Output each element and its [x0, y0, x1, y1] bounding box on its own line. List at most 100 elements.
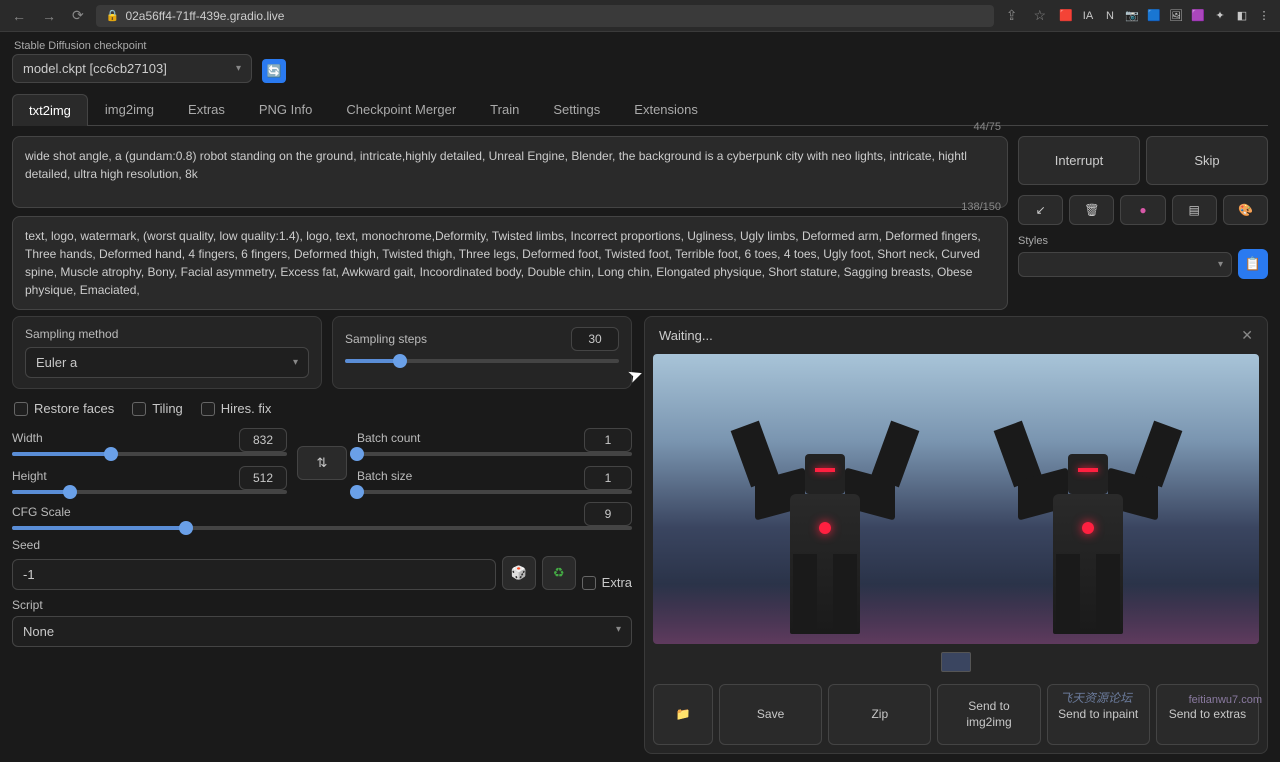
- width-slider[interactable]: [12, 452, 287, 456]
- ext-icon[interactable]: N: [1102, 8, 1118, 24]
- chevron-down-icon: ▾: [1218, 259, 1223, 270]
- ext-icon[interactable]: IA: [1080, 8, 1096, 24]
- watermark: feitianwu7.com: [1189, 694, 1262, 706]
- checkpoint-select[interactable]: model.ckpt [cc6cb27103] ▾: [12, 54, 252, 83]
- sampling-steps-value[interactable]: 30: [571, 327, 619, 351]
- random-seed-button[interactable]: 🎲: [502, 556, 536, 590]
- extra-seed-checkbox[interactable]: Extra: [582, 575, 632, 590]
- tab-pnginfo[interactable]: PNG Info: [242, 93, 329, 125]
- send-to-img2img-button[interactable]: Send to img2img: [937, 684, 1040, 745]
- ext-icon[interactable]: 🟥: [1058, 8, 1074, 24]
- script-select[interactable]: None ▾: [12, 616, 632, 647]
- checkbox-icon: [132, 402, 146, 416]
- card-button[interactable]: ▤: [1172, 195, 1217, 225]
- share-icon[interactable]: ⇪: [1002, 3, 1022, 28]
- extra-networks-button[interactable]: ●: [1120, 195, 1165, 225]
- checkbox-icon: [582, 576, 596, 590]
- seed-input[interactable]: -1: [12, 559, 496, 590]
- slider-thumb[interactable]: [104, 447, 118, 461]
- paste-button[interactable]: ↙: [1018, 195, 1063, 225]
- seed-label: Seed: [12, 538, 632, 552]
- slider-thumb[interactable]: [179, 521, 193, 535]
- slider-thumb[interactable]: [393, 354, 407, 368]
- output-image[interactable]: [653, 354, 1259, 644]
- extra-seed-label: Extra: [602, 575, 632, 590]
- height-slider[interactable]: [12, 490, 287, 494]
- tiling-checkbox[interactable]: Tiling: [132, 401, 183, 416]
- negative-prompt-token-count: 138/150: [961, 201, 1001, 213]
- watermark: 飞天资源论坛: [1060, 689, 1132, 706]
- slider-thumb[interactable]: [350, 447, 364, 461]
- prompt-token-count: 44/75: [973, 121, 1001, 133]
- swap-dimensions-button[interactable]: ⇅: [297, 446, 347, 480]
- skip-button[interactable]: Skip: [1146, 136, 1268, 185]
- reuse-seed-button[interactable]: ♻: [542, 556, 576, 590]
- interrupt-button[interactable]: Interrupt: [1018, 136, 1140, 185]
- slider-thumb[interactable]: [63, 485, 77, 499]
- forward-button[interactable]: →: [38, 4, 60, 28]
- tab-extras[interactable]: Extras: [171, 93, 242, 125]
- apply-style-button[interactable]: 📋: [1238, 249, 1268, 279]
- ext-icon[interactable]: ⋮: [1256, 8, 1272, 24]
- sampling-method-select[interactable]: Euler a ▾: [25, 347, 309, 378]
- tiling-label: Tiling: [152, 401, 183, 416]
- height-value[interactable]: 512: [239, 466, 287, 490]
- zip-button[interactable]: Zip: [828, 684, 931, 745]
- ext-icon[interactable]: ◧: [1234, 8, 1250, 24]
- back-button[interactable]: ←: [8, 4, 30, 28]
- close-icon[interactable]: ✕: [1241, 327, 1253, 344]
- url-text: 02a56ff4-71ff-439e.gradio.live: [125, 9, 284, 23]
- height-label: Height: [12, 469, 47, 483]
- hires-fix-checkbox[interactable]: Hires. fix: [201, 401, 272, 416]
- batch-size-value[interactable]: 1: [584, 466, 632, 490]
- tab-txt2img[interactable]: txt2img: [12, 94, 88, 126]
- tab-img2img[interactable]: img2img: [88, 93, 171, 125]
- restore-faces-label: Restore faces: [34, 401, 114, 416]
- chevron-down-icon: ▾: [616, 624, 621, 639]
- reload-button[interactable]: ⟳: [68, 3, 88, 28]
- refresh-checkpoint-button[interactable]: 🔄: [262, 59, 286, 83]
- width-value[interactable]: 832: [239, 428, 287, 452]
- styles-select[interactable]: ▾: [1018, 252, 1232, 277]
- batch-size-label: Batch size: [357, 469, 412, 483]
- ext-icon[interactable]: 📷: [1124, 8, 1140, 24]
- hires-fix-label: Hires. fix: [221, 401, 272, 416]
- styles-label: Styles: [1018, 235, 1268, 247]
- batch-count-value[interactable]: 1: [584, 428, 632, 452]
- checkpoint-label: Stable Diffusion checkpoint: [14, 40, 252, 52]
- clear-button[interactable]: 🗑: [1069, 195, 1114, 225]
- ext-icon[interactable]: 🟦: [1146, 8, 1162, 24]
- tab-settings[interactable]: Settings: [536, 93, 617, 125]
- ext-icon[interactable]: 🖼: [1168, 8, 1184, 24]
- output-thumbnail[interactable]: [941, 652, 971, 672]
- url-bar[interactable]: 🔒 02a56ff4-71ff-439e.gradio.live: [96, 5, 994, 27]
- negative-prompt-text: text, logo, watermark, (worst quality, l…: [25, 227, 995, 299]
- main-tabs: txt2img img2img Extras PNG Info Checkpoi…: [12, 93, 1268, 126]
- browser-chrome: ← → ⟳ 🔒 02a56ff4-71ff-439e.gradio.live ⇪…: [0, 0, 1280, 32]
- sampling-steps-label: Sampling steps: [345, 332, 561, 346]
- star-icon[interactable]: ☆: [1029, 3, 1050, 28]
- batch-size-slider[interactable]: [357, 490, 632, 494]
- sampling-steps-slider[interactable]: [345, 359, 619, 363]
- cfg-value[interactable]: 9: [584, 502, 632, 526]
- open-folder-button[interactable]: 📁: [653, 684, 713, 745]
- width-label: Width: [12, 431, 43, 445]
- output-status: Waiting...: [659, 328, 713, 343]
- palette-button[interactable]: 🎨: [1223, 195, 1268, 225]
- checkbox-icon: [14, 402, 28, 416]
- script-value: None: [23, 624, 54, 639]
- ext-icon[interactable]: 🟪: [1190, 8, 1206, 24]
- batch-count-slider[interactable]: [357, 452, 632, 456]
- tab-extensions[interactable]: Extensions: [617, 93, 715, 125]
- restore-faces-checkbox[interactable]: Restore faces: [14, 401, 114, 416]
- prompt-textarea[interactable]: 44/75 wide shot angle, a (gundam:0.8) ro…: [12, 136, 1008, 208]
- ext-icon[interactable]: ✦: [1212, 8, 1228, 24]
- tab-train[interactable]: Train: [473, 93, 536, 125]
- save-button[interactable]: Save: [719, 684, 822, 745]
- checkpoint-value: model.ckpt [cc6cb27103]: [23, 61, 167, 76]
- checkbox-icon: [201, 402, 215, 416]
- tab-checkpoint-merger[interactable]: Checkpoint Merger: [329, 93, 473, 125]
- cfg-slider[interactable]: [12, 526, 632, 530]
- negative-prompt-textarea[interactable]: 138/150 text, logo, watermark, (worst qu…: [12, 216, 1008, 310]
- slider-thumb[interactable]: [350, 485, 364, 499]
